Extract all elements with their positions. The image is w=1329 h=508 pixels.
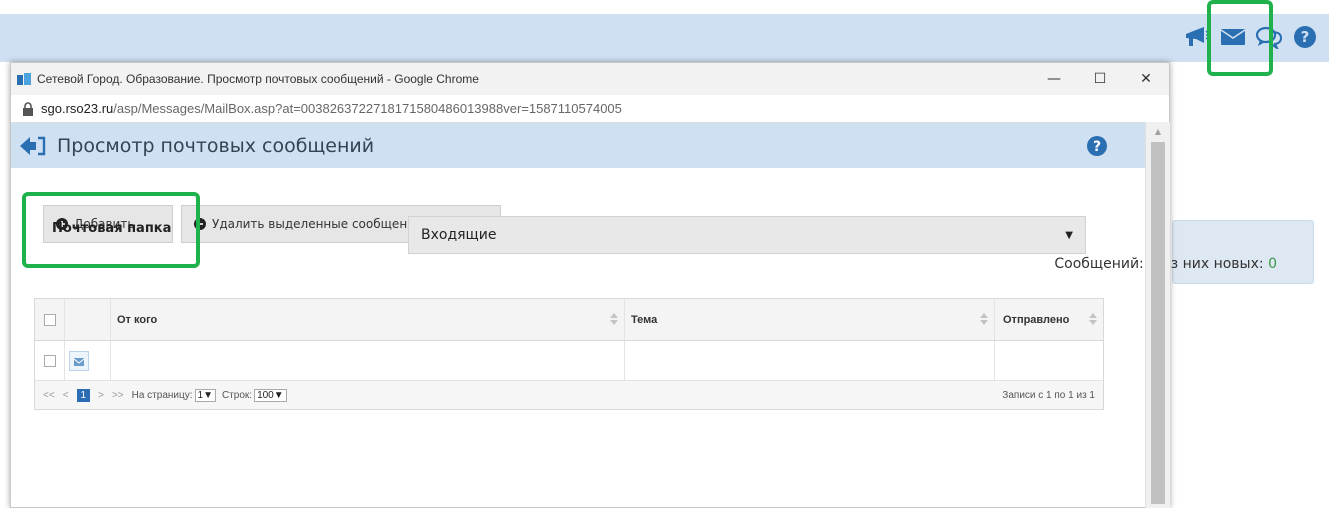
cell-subject: [625, 341, 995, 380]
url-path: /asp/Messages/MailBox.asp?at=00382637227…: [113, 101, 622, 116]
popup-window: Сетевой Город. Образование. Просмотр поч…: [10, 62, 1170, 508]
site-header-bar: [0, 14, 1329, 62]
cell-sent: [995, 341, 1103, 380]
rows-select[interactable]: 100▼: [254, 388, 287, 402]
window-controls: — ☐ ✕: [1031, 63, 1169, 95]
delete-button-label: Удалить выделенные сообщения: [212, 217, 423, 231]
back-arrow-icon[interactable]: [19, 135, 47, 157]
per-page-select[interactable]: 1▼: [194, 388, 216, 402]
mail-icon[interactable]: [1216, 22, 1250, 52]
scroll-up-icon[interactable]: ▲: [1146, 122, 1170, 140]
chat-icon[interactable]: [1252, 22, 1286, 52]
minus-circle-icon: [194, 218, 206, 230]
svg-text:?: ?: [1301, 28, 1310, 46]
url-host: sgo.rso23.ru: [41, 101, 114, 116]
envelope-icon[interactable]: [69, 350, 89, 371]
column-from-label: От кого: [117, 313, 158, 326]
pager-last[interactable]: >>: [112, 390, 124, 401]
table-header: От кого Тема Отправлено: [35, 299, 1103, 341]
pager-prev[interactable]: <: [63, 390, 69, 401]
pager-first[interactable]: <<: [43, 390, 55, 401]
sort-icon: [1089, 313, 1097, 325]
address-bar[interactable]: sgo.rso23.ru/asp/Messages/MailBox.asp?at…: [11, 95, 1169, 123]
pager-next[interactable]: >: [98, 390, 104, 401]
mail-folder-label: Почтовая папка: [52, 221, 172, 236]
column-sent-label: Отправлено: [1003, 313, 1070, 326]
mail-folder-select[interactable]: Входящие ▼: [408, 216, 1086, 254]
rows-label: Строк:: [221, 389, 253, 401]
window-title-bar: Сетевой Город. Образование. Просмотр поч…: [11, 63, 1169, 95]
new-count: 0: [1268, 256, 1277, 272]
column-subject-label: Тема: [631, 313, 658, 326]
new-label: из них новых:: [1161, 256, 1264, 272]
svg-text:?: ?: [1093, 139, 1101, 155]
mail-folder-selected: Входящие: [421, 227, 497, 243]
site-top-strip: [0, 0, 1329, 14]
row-checkbox[interactable]: [43, 354, 56, 367]
window-title: Сетевой Город. Образование. Просмотр поч…: [37, 72, 479, 86]
minimize-button[interactable]: —: [1031, 63, 1077, 95]
page-header: Просмотр почтовых сообщений ?: [11, 123, 1146, 168]
records-info: Записи с 1 по 1 из 1: [1002, 390, 1095, 401]
chevron-down-icon: ▼: [1065, 230, 1073, 241]
app-icon: [17, 73, 31, 85]
messages-label: Сообщений:: [1054, 256, 1144, 272]
header-icon-cell: [65, 299, 111, 340]
select-all-checkbox[interactable]: [43, 313, 56, 326]
per-page-label: На страницу:: [131, 389, 193, 401]
help-icon[interactable]: ?: [1288, 22, 1322, 52]
sort-icon: [610, 313, 618, 325]
site-header-icons: ?: [1180, 20, 1322, 54]
close-button[interactable]: ✕: [1123, 63, 1169, 95]
pager-current-page[interactable]: 1: [76, 388, 91, 402]
window-scrollbar[interactable]: ▲: [1145, 122, 1170, 508]
page-title: Просмотр почтовых сообщений: [57, 134, 375, 157]
maximize-button[interactable]: ☐: [1077, 63, 1123, 95]
help-icon[interactable]: ?: [1086, 135, 1108, 157]
site-side-panel: [1172, 220, 1314, 284]
column-from[interactable]: От кого: [111, 299, 625, 340]
table-row[interactable]: [35, 341, 1103, 381]
cell-from: [111, 341, 625, 380]
messages-table: От кого Тема Отправлено << < 1 > >> На с…: [34, 298, 1104, 410]
pager: << < 1 > >> На страницу: 1▼ Строк: 100▼ …: [35, 381, 1103, 409]
sort-icon: [980, 313, 988, 325]
column-sent[interactable]: Отправлено: [995, 299, 1103, 340]
column-subject[interactable]: Тема: [625, 299, 995, 340]
lock-icon: [23, 101, 33, 116]
megaphone-icon[interactable]: [1180, 22, 1214, 52]
scroll-thumb[interactable]: [1151, 142, 1165, 504]
